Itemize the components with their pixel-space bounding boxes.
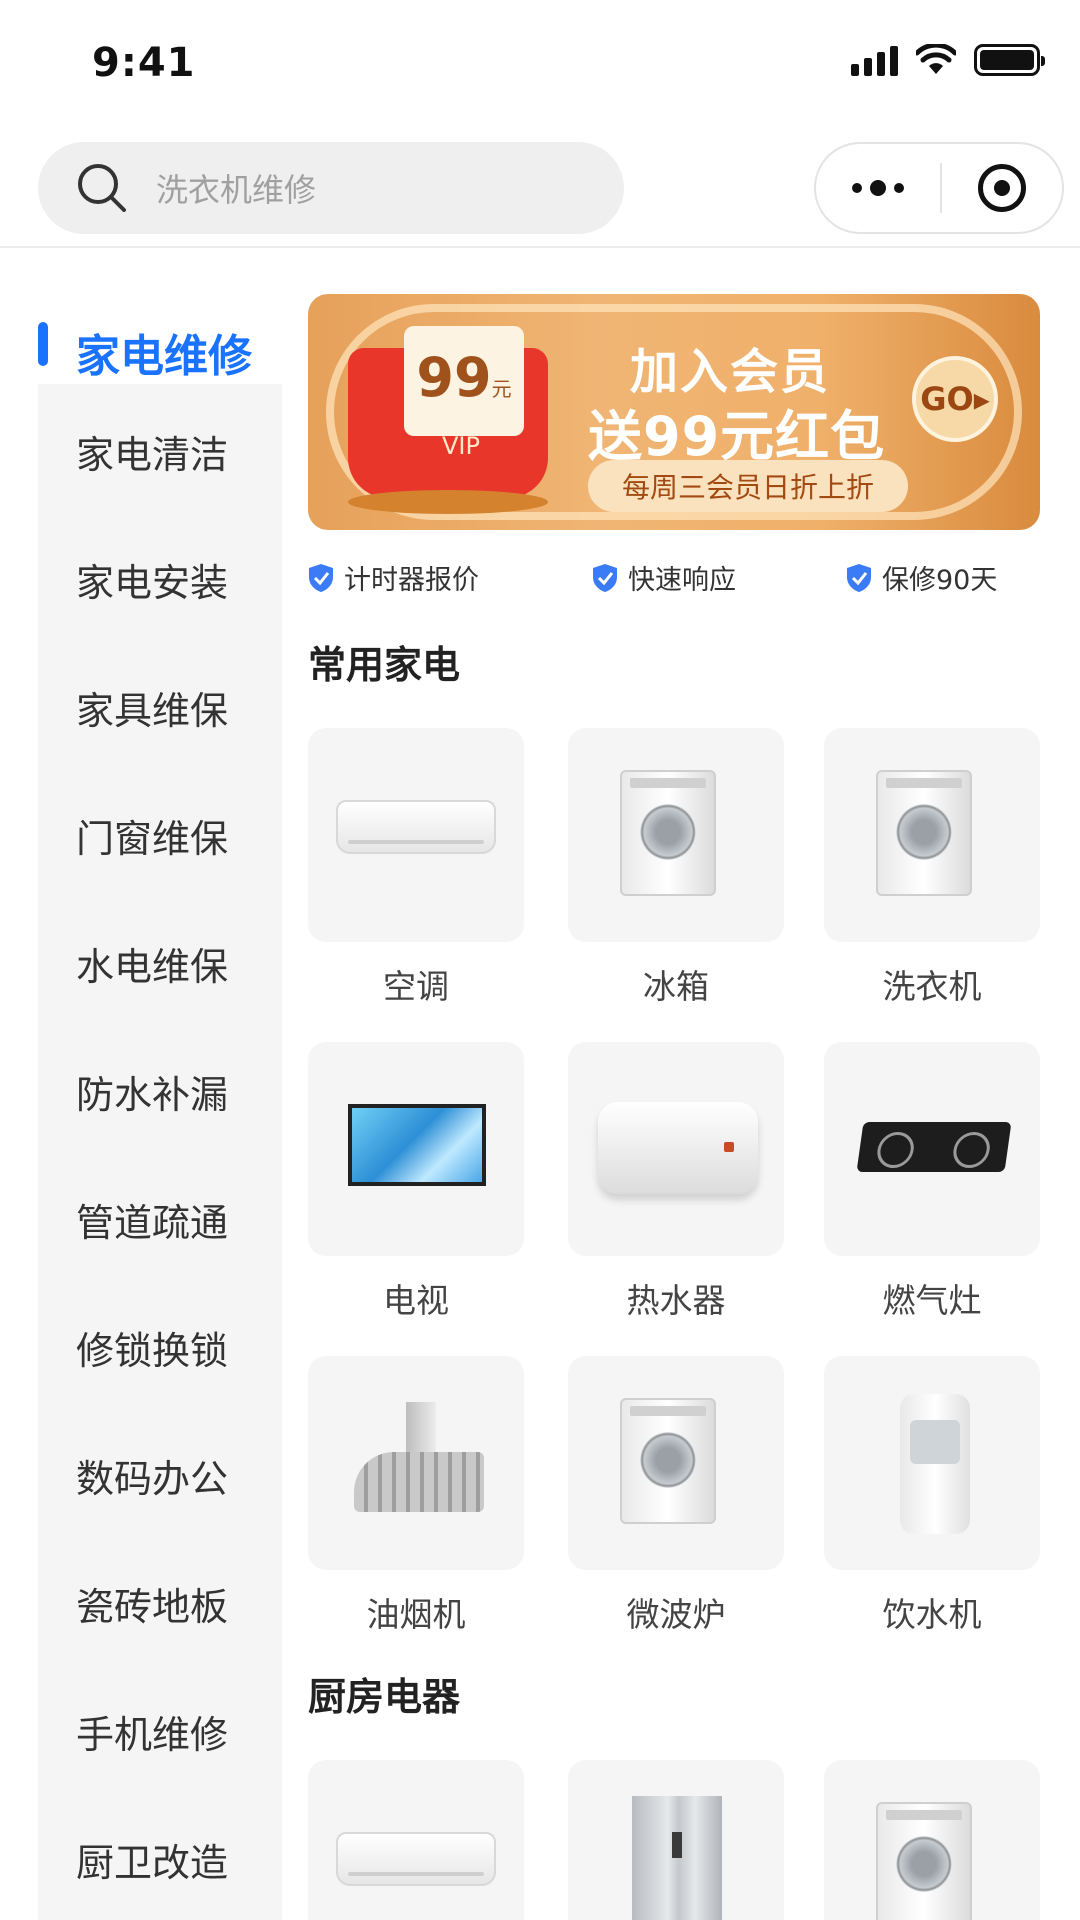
washer-icon [824, 728, 1040, 942]
banner-pedestal [348, 490, 548, 514]
air-conditioner-icon [308, 728, 524, 942]
shield-check-icon [847, 563, 871, 592]
status-time: 9:41 [92, 40, 196, 86]
washer-icon [568, 728, 784, 942]
sidebar-item-active[interactable]: 家电维修 [0, 280, 282, 384]
washer-icon [824, 1760, 1040, 1920]
search-icon [78, 164, 126, 212]
refrigerator-icon [568, 1760, 784, 1920]
shield-check-icon [309, 563, 333, 592]
more-button[interactable] [816, 180, 940, 196]
target-icon [978, 164, 1026, 212]
service-features: 计时器报价 快速响应 保修90天 [308, 558, 1040, 598]
sidebar-list: 家电清洁 家电安装 家具维保 门窗维保 水电维保 防水补漏 管道疏通 修锁换锁 … [38, 384, 282, 1920]
sidebar-item[interactable]: 家电清洁 [76, 424, 228, 479]
appliance-label: 饮水机 [882, 1595, 982, 1634]
appliance-label: 热水器 [626, 1281, 726, 1320]
active-indicator [38, 322, 48, 366]
sidebar-item[interactable]: 瓷砖地板 [76, 1576, 228, 1631]
search-input[interactable]: 洗衣机维修 [38, 142, 624, 234]
coupon-unit: 元 [491, 377, 512, 401]
wifi-icon [916, 44, 956, 74]
appliance-label: 油烟机 [366, 1595, 466, 1634]
feature-item: 计时器报价 [308, 558, 479, 597]
go-label: GO [920, 380, 974, 418]
sidebar-item[interactable]: 防水补漏 [76, 1064, 228, 1119]
status-bar: 9:41 [0, 0, 1080, 130]
appliance-label: 冰箱 [643, 967, 709, 1006]
vip-label: VIP [442, 432, 480, 460]
sidebar-item[interactable]: 水电维保 [76, 936, 228, 991]
appliance-item[interactable] [824, 1760, 1040, 1920]
appliance-label: 空调 [383, 967, 449, 1006]
appliance-item[interactable]: 燃气灶 [824, 1042, 1040, 1322]
water-dispenser-icon [824, 1356, 1040, 1570]
water-heater-icon [568, 1042, 784, 1256]
air-conditioner-icon [308, 1760, 524, 1920]
section-title: 常用家电 [308, 643, 461, 687]
search-header: 洗衣机维修 [0, 130, 1080, 248]
sidebar-item[interactable]: 门窗维保 [76, 808, 228, 863]
gas-stove-icon [824, 1042, 1040, 1256]
washer-icon [568, 1356, 784, 1570]
category-sidebar: 家电维修 家电清洁 家电安装 家具维保 门窗维保 水电维保 防水补漏 管道疏通 … [0, 250, 282, 1920]
appliance-item[interactable]: 空调 [308, 728, 524, 1008]
cellular-signal-icon [851, 44, 898, 76]
battery-icon [974, 44, 1045, 76]
sidebar-item[interactable]: 修锁换锁 [76, 1320, 228, 1375]
tv-icon [308, 1042, 524, 1256]
coupon-amount: 99 [416, 346, 492, 409]
feature-label: 快速响应 [628, 565, 736, 596]
appliance-item[interactable]: 热水器 [568, 1042, 784, 1322]
sidebar-item-label: 家电维修 [76, 331, 252, 382]
range-hood-icon [308, 1356, 524, 1570]
appliance-item[interactable]: 饮水机 [824, 1356, 1040, 1636]
section-title: 厨房电器 [308, 1675, 461, 1719]
close-button[interactable] [942, 164, 1062, 212]
appliance-item[interactable]: 油烟机 [308, 1356, 524, 1636]
shield-check-icon [593, 563, 617, 592]
coupon-card: 99 元 [404, 326, 524, 436]
appliance-item[interactable]: 冰箱 [568, 728, 784, 1008]
sidebar-item[interactable]: 管道疏通 [76, 1192, 228, 1247]
banner-subtitle: 每周三会员日折上折 [588, 460, 908, 512]
sidebar-item[interactable]: 手机维修 [76, 1704, 228, 1759]
sidebar-item[interactable]: 家具维保 [76, 680, 228, 735]
feature-label: 计时器报价 [344, 565, 479, 596]
feature-label: 保修90天 [882, 565, 998, 596]
appliance-label: 微波炉 [626, 1595, 726, 1634]
appliance-item[interactable] [568, 1760, 784, 1920]
search-placeholder: 洗衣机维修 [156, 171, 317, 209]
feature-item: 快速响应 [592, 558, 736, 597]
membership-banner[interactable]: 99 元 VIP 加入会员 送99元红包 每周三会员日折上折 GO ▸ [308, 294, 1040, 530]
sidebar-item[interactable]: 家电安装 [76, 552, 228, 607]
go-button[interactable]: GO ▸ [912, 356, 998, 442]
appliance-item[interactable]: 洗衣机 [824, 728, 1040, 1008]
mini-program-capsule [814, 142, 1064, 234]
appliance-item[interactable]: 微波炉 [568, 1356, 784, 1636]
appliance-label: 电视 [383, 1281, 449, 1320]
status-icons [851, 44, 1045, 76]
appliance-item[interactable]: 电视 [308, 1042, 524, 1322]
sidebar-item[interactable]: 厨卫改造 [76, 1832, 228, 1887]
appliance-label: 洗衣机 [882, 967, 982, 1006]
appliance-label: 燃气灶 [882, 1281, 982, 1320]
appliance-item[interactable] [308, 1760, 524, 1920]
feature-item: 保修90天 [846, 558, 997, 597]
sidebar-item[interactable]: 数码办公 [76, 1448, 228, 1503]
